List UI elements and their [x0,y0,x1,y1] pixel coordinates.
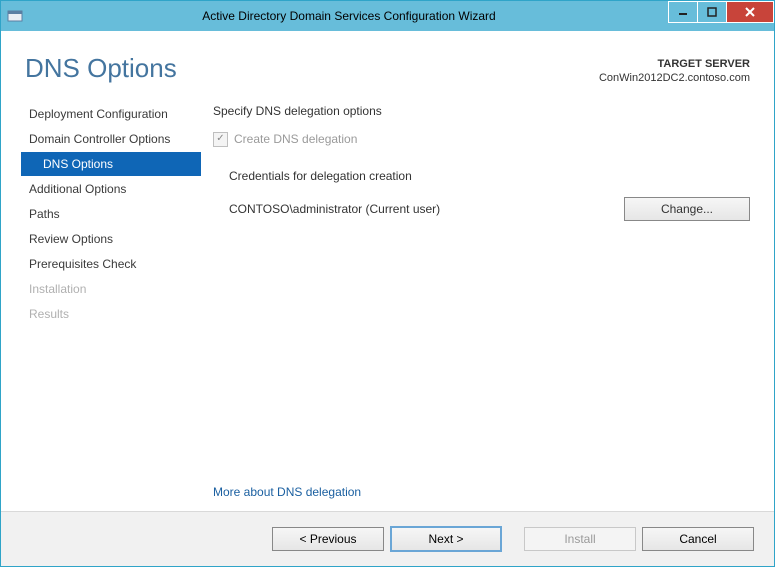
step-installation: Installation [21,277,201,301]
app-icon [1,8,29,24]
credentials-row: CONTOSO\administrator (Current user) Cha… [229,197,750,221]
target-server-label: TARGET SERVER [599,57,750,71]
change-button[interactable]: Change... [624,197,750,221]
wizard-window: Active Directory Domain Services Configu… [0,0,775,567]
titlebar: Active Directory Domain Services Configu… [1,1,774,31]
credentials-value: CONTOSO\administrator (Current user) [229,202,440,216]
section-title: Specify DNS delegation options [213,104,750,118]
minimize-button[interactable] [668,1,698,23]
step-domain-controller-options[interactable]: Domain Controller Options [21,127,201,151]
step-review-options[interactable]: Review Options [21,227,201,251]
next-button[interactable]: Next > [390,526,502,552]
step-deployment-configuration[interactable]: Deployment Configuration [21,102,201,126]
body: Deployment Configuration Domain Controll… [1,94,774,511]
create-dns-delegation-checkbox: ✓ Create DNS delegation [213,132,750,147]
install-button: Install [524,527,636,551]
window-title: Active Directory Domain Services Configu… [29,9,669,23]
credentials-block: Credentials for delegation creation CONT… [213,169,750,221]
wizard-steps-sidebar: Deployment Configuration Domain Controll… [1,94,201,511]
checkbox-icon: ✓ [213,132,228,147]
step-prerequisites-check[interactable]: Prerequisites Check [21,252,201,276]
target-server-value: ConWin2012DC2.contoso.com [599,71,750,85]
step-results: Results [21,302,201,326]
cancel-button[interactable]: Cancel [642,527,754,551]
step-dns-options[interactable]: DNS Options [21,152,201,176]
previous-button[interactable]: < Previous [272,527,384,551]
window-buttons [669,1,774,23]
target-server-info: TARGET SERVER ConWin2012DC2.contoso.com [599,53,750,86]
checkbox-label: Create DNS delegation [234,132,357,146]
step-paths[interactable]: Paths [21,202,201,226]
page-title: DNS Options [25,53,177,84]
header: DNS Options TARGET SERVER ConWin2012DC2.… [1,31,774,94]
credentials-header: Credentials for delegation creation [229,169,750,183]
step-additional-options[interactable]: Additional Options [21,177,201,201]
main-panel: Specify DNS delegation options ✓ Create … [201,94,774,511]
more-about-dns-delegation-link[interactable]: More about DNS delegation [213,485,750,499]
footer: < Previous Next > Install Cancel [1,511,774,566]
close-button[interactable] [726,1,774,23]
maximize-button[interactable] [697,1,727,23]
